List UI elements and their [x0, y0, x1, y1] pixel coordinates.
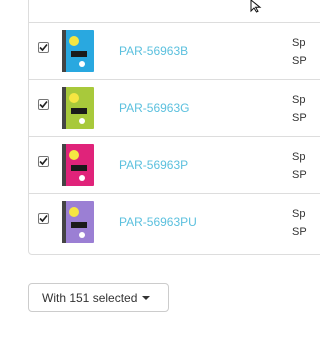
bulk-action-dropdown-button[interactable]: With 151 selected: [28, 283, 169, 312]
products-table: SP PAR-56963B Sp SP PAR-56963G Sp: [28, 0, 320, 255]
sku-link[interactable]: PAR-56963PU: [119, 215, 197, 229]
product-name-cut: Sp: [292, 94, 306, 106]
table-row: SP: [29, 0, 320, 21]
table-row: PAR-56963B Sp SP: [29, 22, 320, 79]
notebook-thumbnail: [62, 87, 94, 129]
sku-link[interactable]: PAR-56963P: [119, 158, 188, 172]
sku-link[interactable]: PAR-56963B: [119, 44, 188, 58]
row-checkbox[interactable]: [38, 99, 49, 110]
caret-down-icon: [142, 295, 151, 300]
table-row: PAR-56963P Sp SP: [29, 136, 320, 193]
check-icon: [39, 43, 48, 52]
notebook-thumbnail: [62, 201, 94, 243]
notebook-thumbnail: [62, 0, 95, 6]
product-name-cut: SP: [292, 112, 307, 124]
product-name-cut: Sp: [292, 37, 306, 49]
check-icon: [39, 157, 48, 166]
notebook-thumbnail: [62, 30, 94, 72]
table-row: PAR-56963G Sp SP: [29, 79, 320, 136]
product-name-cut: SP: [292, 226, 307, 238]
mouse-pointer-icon: [250, 0, 262, 13]
table-row: PAR-56963PU Sp SP: [29, 193, 320, 250]
notebook-thumbnail: [62, 144, 94, 186]
row-checkbox[interactable]: [38, 42, 49, 53]
row-checkbox[interactable]: [38, 156, 49, 167]
row-checkbox[interactable]: [38, 213, 49, 224]
check-icon: [39, 100, 48, 109]
product-name-cut: Sp: [292, 208, 306, 220]
sku-link[interactable]: PAR-56963G: [119, 101, 189, 115]
bulk-action-label: With 151 selected: [42, 290, 138, 305]
product-name-cut: Sp: [292, 151, 306, 163]
check-icon: [39, 214, 48, 223]
product-name-cut: SP: [292, 169, 307, 181]
product-name-cut: SP: [292, 55, 307, 67]
